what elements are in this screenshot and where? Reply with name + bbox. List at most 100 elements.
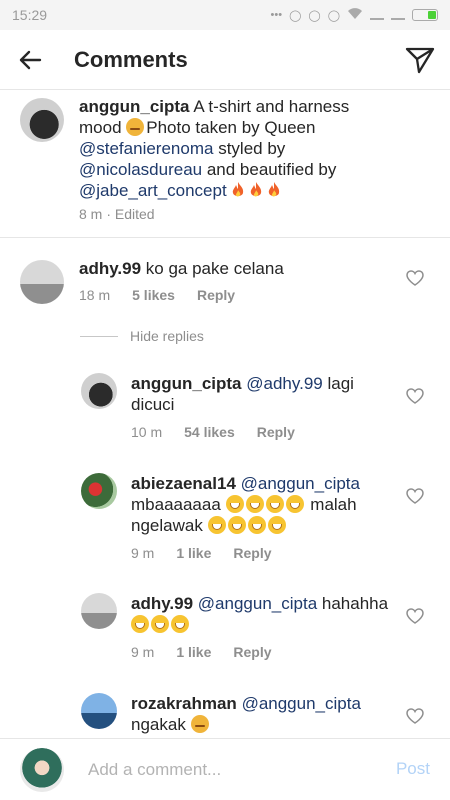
reply-time: 9 m	[131, 644, 155, 660]
alarm-icon: ◯	[289, 9, 302, 22]
mention-link[interactable]: @stefanierenoma	[79, 139, 213, 158]
reply-likes[interactable]: 54 likes	[184, 424, 235, 440]
clock-icon: ◯	[327, 9, 340, 22]
reply-button[interactable]: Reply	[233, 545, 271, 561]
heart-icon[interactable]	[406, 388, 424, 404]
blush-emoji-icon	[126, 118, 145, 136]
heart-icon[interactable]	[406, 708, 424, 724]
comment-likes[interactable]: 5 likes	[132, 287, 175, 303]
mention-link[interactable]: @anggun_cipta	[242, 694, 361, 713]
grin-emoji-icon	[245, 495, 264, 513]
reply-text: rozakrahman @anggun_cipta ngakak	[131, 693, 391, 735]
comment-item: adhy.99 ko ga pake celana 18 m 5 likes R…	[0, 250, 450, 320]
header-bar: Comments	[0, 30, 450, 90]
caption-text-4: and beautified by	[206, 160, 337, 179]
heart-icon[interactable]	[406, 608, 424, 624]
mention-link[interactable]: @nicolasdureau	[79, 160, 202, 179]
reply-likes[interactable]: 1 like	[176, 644, 211, 660]
grin-emoji-icon	[207, 516, 226, 534]
reply-button[interactable]: Reply	[233, 644, 271, 660]
fire-emoji-icon	[233, 182, 244, 197]
reply-time: 9 m	[131, 545, 155, 561]
arrow-left-icon	[19, 50, 42, 69]
battery-icon	[412, 9, 438, 21]
page-title: Comments	[74, 46, 188, 72]
share-button[interactable]	[404, 44, 436, 76]
comment-username[interactable]: adhy.99	[79, 259, 141, 278]
reply-meta: 9 m 1 like Reply	[131, 545, 272, 561]
post-button[interactable]: Post	[396, 759, 430, 779]
status-icons: ••• ◯ ◯ ◯	[270, 7, 438, 23]
mention-link[interactable]: @anggun_cipta	[241, 474, 360, 493]
more-dots-icon: •••	[270, 9, 283, 21]
reply-item: adhy.99 @anggun_cipta hahahha 9 m 1 like…	[0, 590, 450, 670]
grin-emoji-icon	[131, 615, 149, 633]
reply-item: anggun_cipta @adhy.99 lagi dicuci 10 m 5…	[0, 370, 450, 450]
reply-body: hahahha	[321, 594, 389, 613]
grin-emoji-icon	[225, 495, 244, 513]
paper-plane-icon	[405, 47, 435, 74]
fire-emoji-icon	[269, 182, 280, 197]
reply-item: rozakrahman @anggun_cipta ngakak	[0, 690, 450, 738]
reply-button[interactable]: Reply	[197, 287, 235, 303]
comment-composer: Post	[0, 738, 450, 800]
grin-emoji-icon	[285, 495, 304, 513]
grin-emoji-icon	[151, 615, 169, 633]
reply-text: anggun_cipta @adhy.99 lagi dicuci	[131, 373, 381, 415]
avatar[interactable]	[20, 98, 64, 142]
mention-link[interactable]: @jabe_art_concept	[79, 181, 227, 200]
laugh-emoji-icon	[190, 715, 209, 733]
comments-list[interactable]: anggun_cipta A t-shirt and harness mood …	[0, 90, 450, 738]
status-bar: 15:29 ••• ◯ ◯ ◯	[0, 0, 450, 30]
signal-icon-2	[391, 10, 405, 20]
reply-button[interactable]: Reply	[257, 424, 295, 440]
current-user-avatar	[20, 748, 64, 792]
grin-emoji-icon	[267, 516, 286, 534]
heart-icon[interactable]	[406, 488, 424, 504]
status-time: 15:29	[12, 7, 48, 23]
grin-emoji-icon	[227, 516, 246, 534]
avatar[interactable]	[81, 693, 117, 729]
reply-username[interactable]: adhy.99	[131, 594, 193, 613]
silent-icon: ◯	[308, 9, 321, 22]
reply-username[interactable]: abiezaenal14	[131, 474, 236, 493]
reply-likes[interactable]: 1 like	[176, 545, 211, 561]
reply-username[interactable]: anggun_cipta	[131, 374, 242, 393]
comment-text: adhy.99 ko ga pake celana	[79, 258, 389, 279]
reply-body: ngakak	[131, 715, 186, 734]
reply-item: abiezaenal14 @anggun_cipta mbaaaaaaa mal…	[0, 470, 450, 561]
caption-edited: · Edited	[106, 206, 155, 222]
caption-meta: 8 m · Edited	[79, 206, 155, 222]
reply-text: abiezaenal14 @anggun_cipta mbaaaaaaa mal…	[131, 473, 381, 536]
reply-time: 10 m	[131, 424, 163, 440]
reply-username[interactable]: rozakrahman	[131, 694, 237, 713]
comment-time: 18 m	[79, 287, 111, 303]
mention-link[interactable]: @anggun_cipta	[198, 594, 317, 613]
grin-emoji-icon	[247, 516, 266, 534]
comment-body: ko ga pake celana	[145, 259, 284, 278]
heart-icon[interactable]	[406, 270, 424, 286]
post-caption: anggun_cipta A t-shirt and harness mood …	[0, 90, 450, 238]
reply-text: adhy.99 @anggun_cipta hahahha	[131, 593, 391, 635]
caption-text: anggun_cipta A t-shirt and harness mood …	[79, 96, 379, 201]
caption-text-3: styled by	[218, 139, 286, 158]
caption-username[interactable]: anggun_cipta	[79, 97, 190, 116]
caption-time: 8 m	[79, 206, 103, 222]
mention-link[interactable]: @adhy.99	[246, 374, 323, 393]
wifi-icon	[347, 7, 363, 23]
avatar[interactable]	[81, 473, 117, 509]
reply-meta: 10 m 54 likes Reply	[131, 424, 295, 440]
avatar[interactable]	[81, 593, 117, 629]
divider	[80, 335, 118, 337]
caption-text-2: Photo taken by Queen	[146, 118, 316, 137]
avatar[interactable]	[20, 260, 64, 304]
grin-emoji-icon	[265, 495, 284, 513]
grin-emoji-icon	[171, 615, 189, 633]
reply-meta: 9 m 1 like Reply	[131, 644, 272, 660]
hide-replies-label: Hide replies	[130, 328, 204, 344]
comment-input[interactable]	[88, 757, 378, 783]
hide-replies-toggle[interactable]: Hide replies	[80, 328, 204, 344]
reply-body-a: mbaaaaaaa	[131, 495, 221, 514]
avatar[interactable]	[81, 373, 117, 409]
back-button[interactable]	[0, 30, 60, 90]
